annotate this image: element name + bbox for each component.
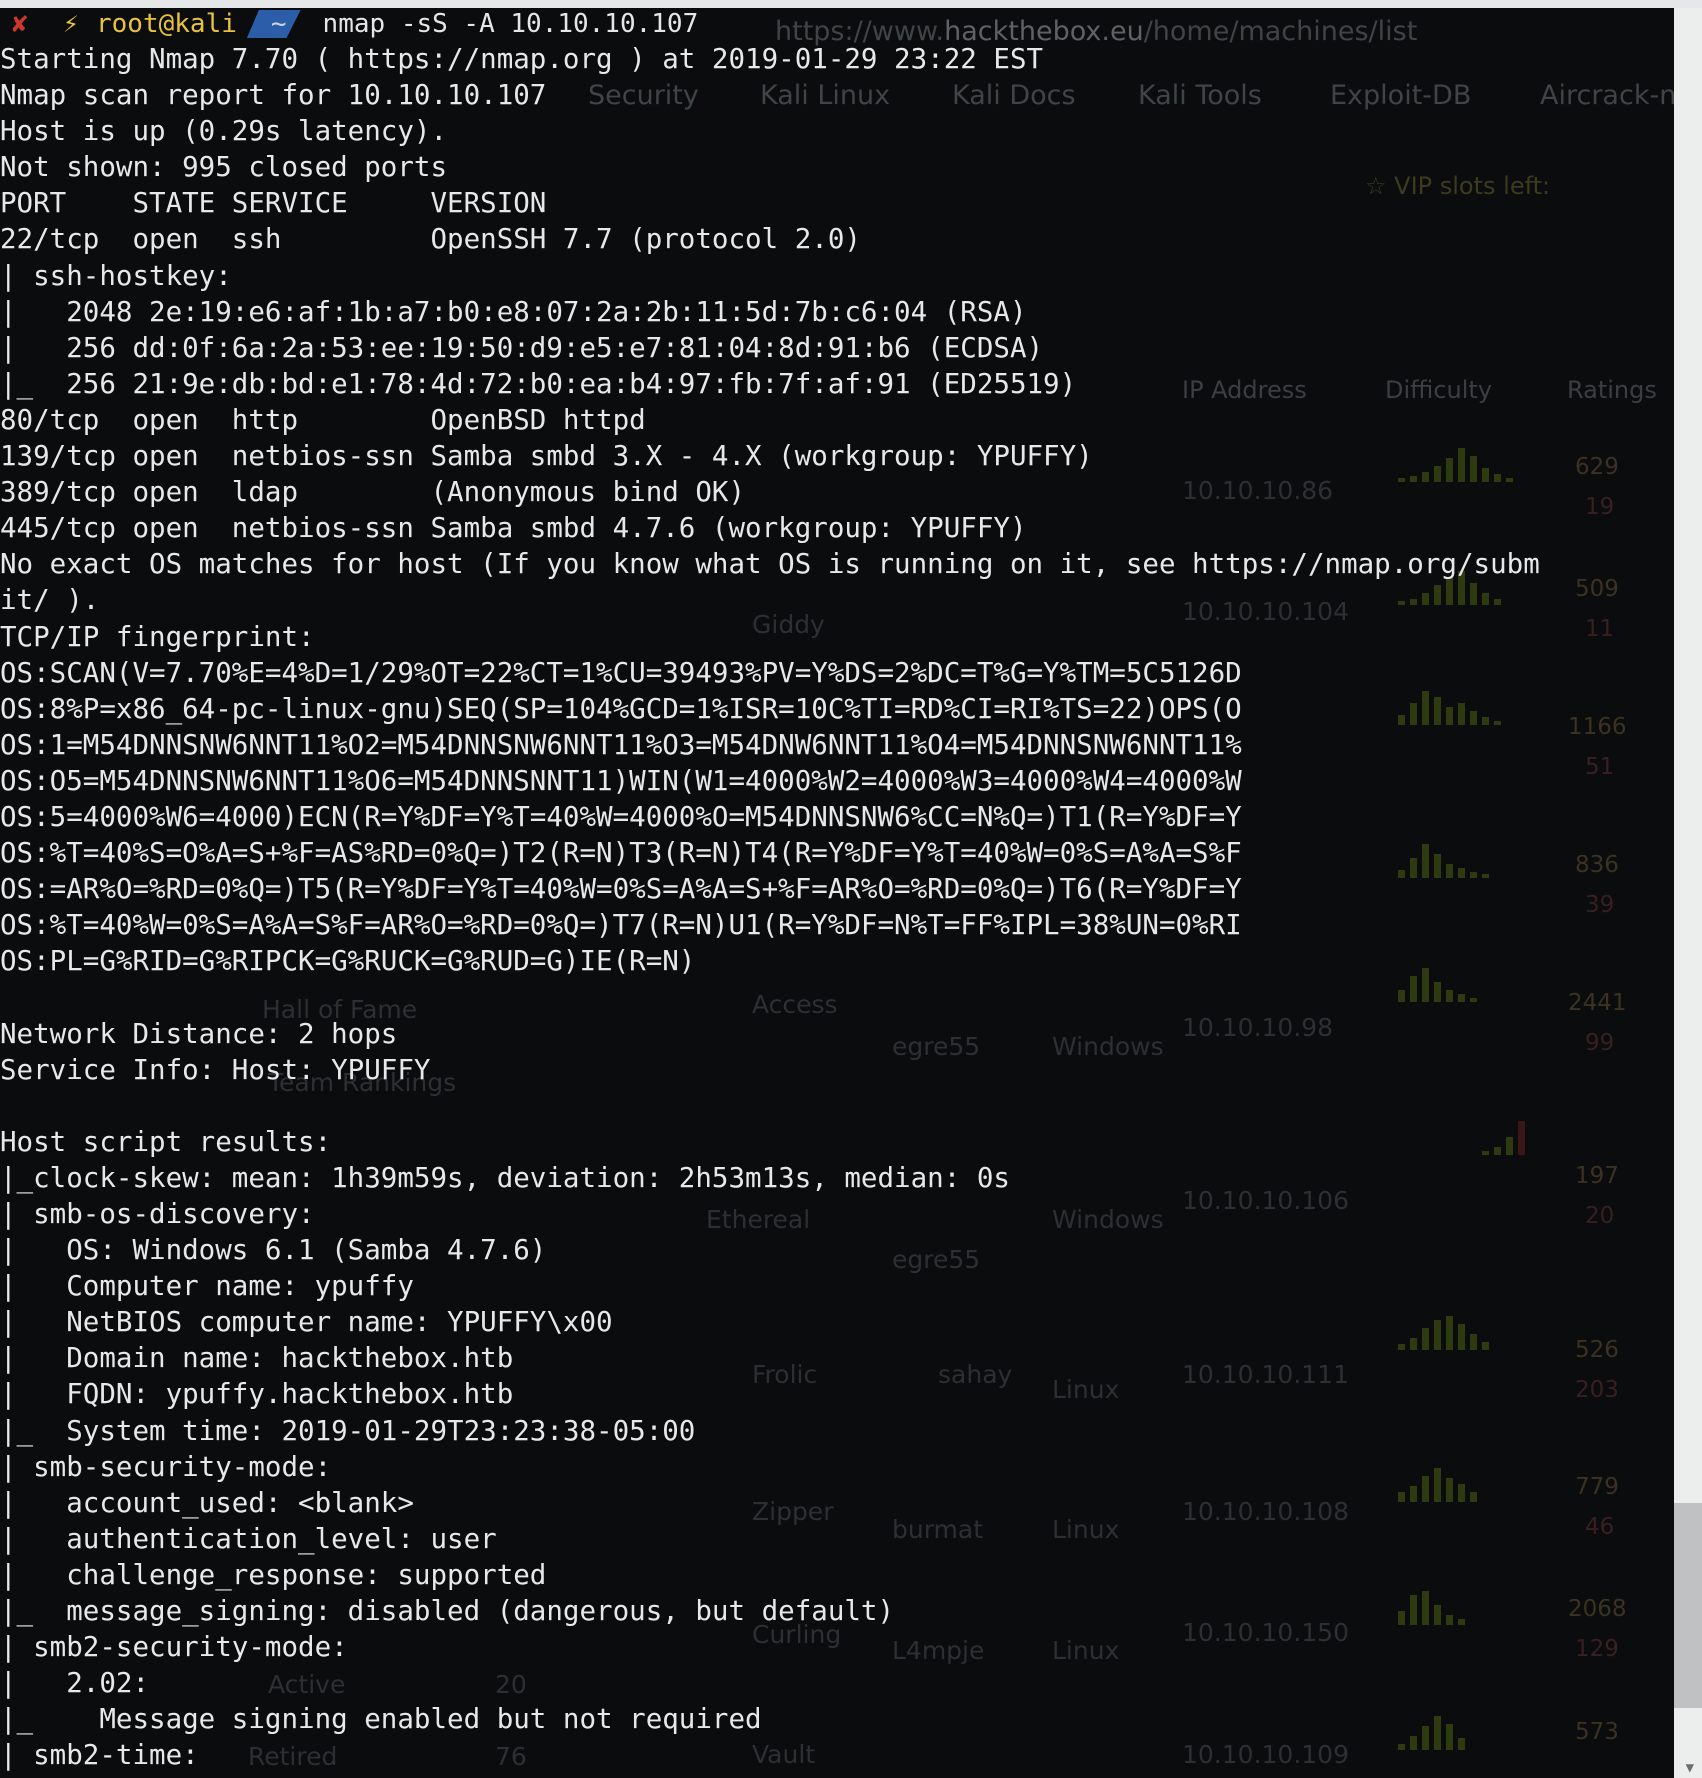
terminal-line: Nmap scan report for 10.10.10.107 [0,79,547,112]
terminal-line: OS:=AR%O=%RD=0%Q=)T5(R=Y%DF=Y%T=40%W=0%S… [0,873,1242,906]
terminal-line: 22/tcp open ssh OpenSSH 7.7 (protocol 2.… [0,223,861,256]
terminal-line: | Domain name: hackthebox.htb [0,1342,514,1375]
terminal-line: No exact OS matches for host (If you kno… [0,548,1540,581]
terminal-line: Network Distance: 2 hops [0,1017,398,1050]
terminal-line: OS:5=4000%W6=4000)ECN(R=Y%DF=Y%T=40%W=40… [0,800,1242,833]
terminal-line: 389/tcp open ldap (Anonymous bind OK) [0,476,746,509]
terminal-line: Service Info: Host: YPUFFY [0,1053,431,1086]
terminal-line: OS:1=M54DNNSNW6NNT11%O2=M54DNNSNW6NNT11%… [0,728,1242,761]
terminal-scrollbar[interactable]: ▼ [1674,8,1702,1778]
terminal-line: 139/tcp open netbios-ssn Samba smbd 3.X … [0,440,1093,473]
terminal-line: | 2.02: [0,1667,150,1700]
terminal-line: | ssh-hostkey: [0,259,232,292]
prompt-command[interactable]: nmap -sS -A 10.10.10.107 [301,9,699,39]
terminal-line: OS:O5=M54DNNSNW6NNT11%O6=M54DNNSNNT11)WI… [0,764,1242,797]
terminal-line: | challenge_response: supported [0,1558,547,1591]
terminal-line: |_ System time: 2019-01-29T23:23:38-05:0… [0,1414,696,1447]
terminal-prompt: ✘ ⚡ root@kali ~ nmap -sS -A 10.10.10.107 [0,8,1674,40]
terminal-line: 80/tcp open http OpenBSD httpd [0,403,646,436]
terminal-line: | OS: Windows 6.1 (Samba 4.7.6) [0,1234,547,1267]
terminal-line: |_clock-skew: mean: 1h39m59s, deviation:… [0,1161,1010,1194]
terminal-line: | smb-os-discovery: [0,1198,315,1230]
terminal-line: | FQDN: ypuffy.hackthebox.htb [0,1378,514,1411]
terminal-line: Starting Nmap 7.70 ( https://nmap.org ) … [0,43,1044,75]
terminal-line: it/ ). [0,584,100,617]
terminal-line: | authentication_level: user [0,1522,497,1555]
terminal-line: | smb-security-mode: [0,1450,332,1483]
terminal-line: PORT STATE SERVICE VERSION [0,187,547,220]
terminal-line: | Computer name: ypuffy [0,1270,414,1303]
terminal-line: OS:%T=40%W=0%S=A%A=S%F=AR%O=%RD=0%Q=)T7(… [0,909,1242,942]
terminal-line: |_ 256 21:9e:db:bd:e1:78:4d:72:b0:ea:b4:… [0,367,1077,400]
terminal-line: OS:8%P=x86_64-pc-linux-gnu)SEQ(SP=104%GC… [0,692,1242,725]
terminal-line: OS:PL=G%RID=G%RIPCK=G%RUCK=G%RUD=G)IE(R=… [0,945,696,978]
terminal-line: |_ Message signing enabled but not requi… [0,1703,762,1736]
prompt-user-host: root@kali [96,9,237,39]
scrollbar-thumb[interactable] [1674,1503,1702,1708]
terminal-line: OS:%T=40%S=O%A=S+%F=AS%RD=0%Q=)T2(R=N)T3… [0,837,1242,870]
terminal-line: | smb2-security-mode: [0,1631,348,1664]
terminal-line: | smb2-time: [0,1739,199,1772]
error-status-icon: ✘ [12,9,28,39]
terminal-line: Host script results: [0,1125,332,1158]
window-top-edge [0,0,1702,8]
terminal-line: | account_used: <blank> [0,1486,414,1519]
terminal-line: | 256 dd:0f:6a:2a:53:ee:19:50:d9:e5:e7:8… [0,331,1044,364]
terminal-line: | NetBIOS computer name: YPUFFY\x00 [0,1306,613,1339]
terminal-line: 445/tcp open netbios-ssn Samba smbd 4.7.… [0,512,1027,545]
terminal-line: TCP/IP fingerprint: [0,620,315,653]
scroll-down-arrow-icon[interactable]: ▼ [1686,1760,1694,1776]
terminal-line: Host is up (0.29s latency). [0,115,448,148]
lightning-bolt-icon: ⚡ [63,9,79,39]
terminal-line: OS:SCAN(V=7.70%E=4%D=1/29%OT=22%CT=1%CU=… [0,656,1242,689]
terminal-line: Not shown: 995 closed ports [0,151,448,184]
terminal-line: |_ message_signing: disabled (dangerous,… [0,1595,895,1628]
terminal-line: | 2048 2e:19:e6:af:1b:a7:b0:e8:07:2a:2b:… [0,295,1027,328]
terminal-output[interactable]: Starting Nmap 7.70 ( https://nmap.org ) … [0,41,1674,1774]
prompt-directory: ~ [247,10,301,38]
